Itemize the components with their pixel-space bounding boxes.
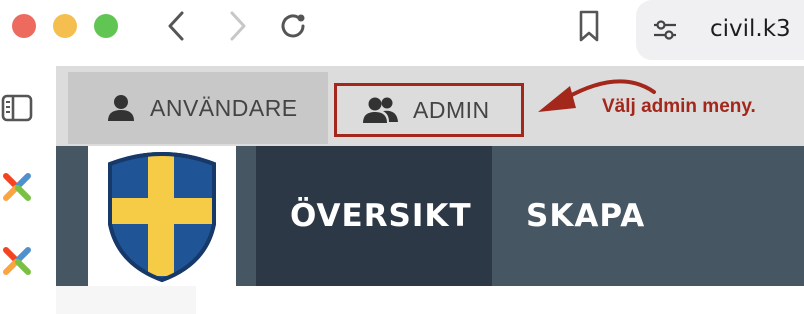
users-menu-label: ANVÄNDARE (150, 94, 298, 121)
close-window-button[interactable] (12, 14, 36, 38)
users-group-icon (363, 97, 398, 123)
forward-icon[interactable] (220, 9, 254, 43)
joomla-icon[interactable] (0, 244, 36, 280)
browser-toolbar: civil.k3 (0, 0, 804, 66)
users-menu-button[interactable]: ANVÄNDARE (68, 72, 328, 144)
url-text: civil.k3 (710, 16, 791, 42)
nav-create[interactable]: SKAPA (526, 146, 645, 286)
admin-menu-label: ADMIN (413, 96, 490, 123)
shield-icon (108, 152, 216, 283)
reload-icon[interactable] (276, 9, 310, 43)
admin-menu-button[interactable]: ADMIN (334, 83, 524, 137)
joomla-icon[interactable] (0, 170, 36, 206)
address-bar[interactable]: civil.k3 (636, 0, 804, 60)
site-logo[interactable] (88, 146, 236, 286)
nav-overview[interactable]: ÖVERSIKT (256, 146, 492, 286)
site-header: ÖVERSIKT SKAPA (56, 146, 804, 286)
content-strip (56, 286, 196, 314)
zoom-window-button[interactable] (94, 14, 118, 38)
annotation-hint: Välj admin meny. (602, 96, 756, 117)
back-icon[interactable] (160, 9, 194, 43)
site-settings-icon[interactable] (652, 17, 678, 43)
sidebar-toggle-icon[interactable] (0, 90, 36, 126)
page-content (56, 286, 804, 314)
browser-sidebar (0, 66, 57, 314)
bookmark-icon[interactable] (572, 9, 606, 43)
minimize-window-button[interactable] (53, 14, 77, 38)
user-icon (108, 95, 134, 121)
